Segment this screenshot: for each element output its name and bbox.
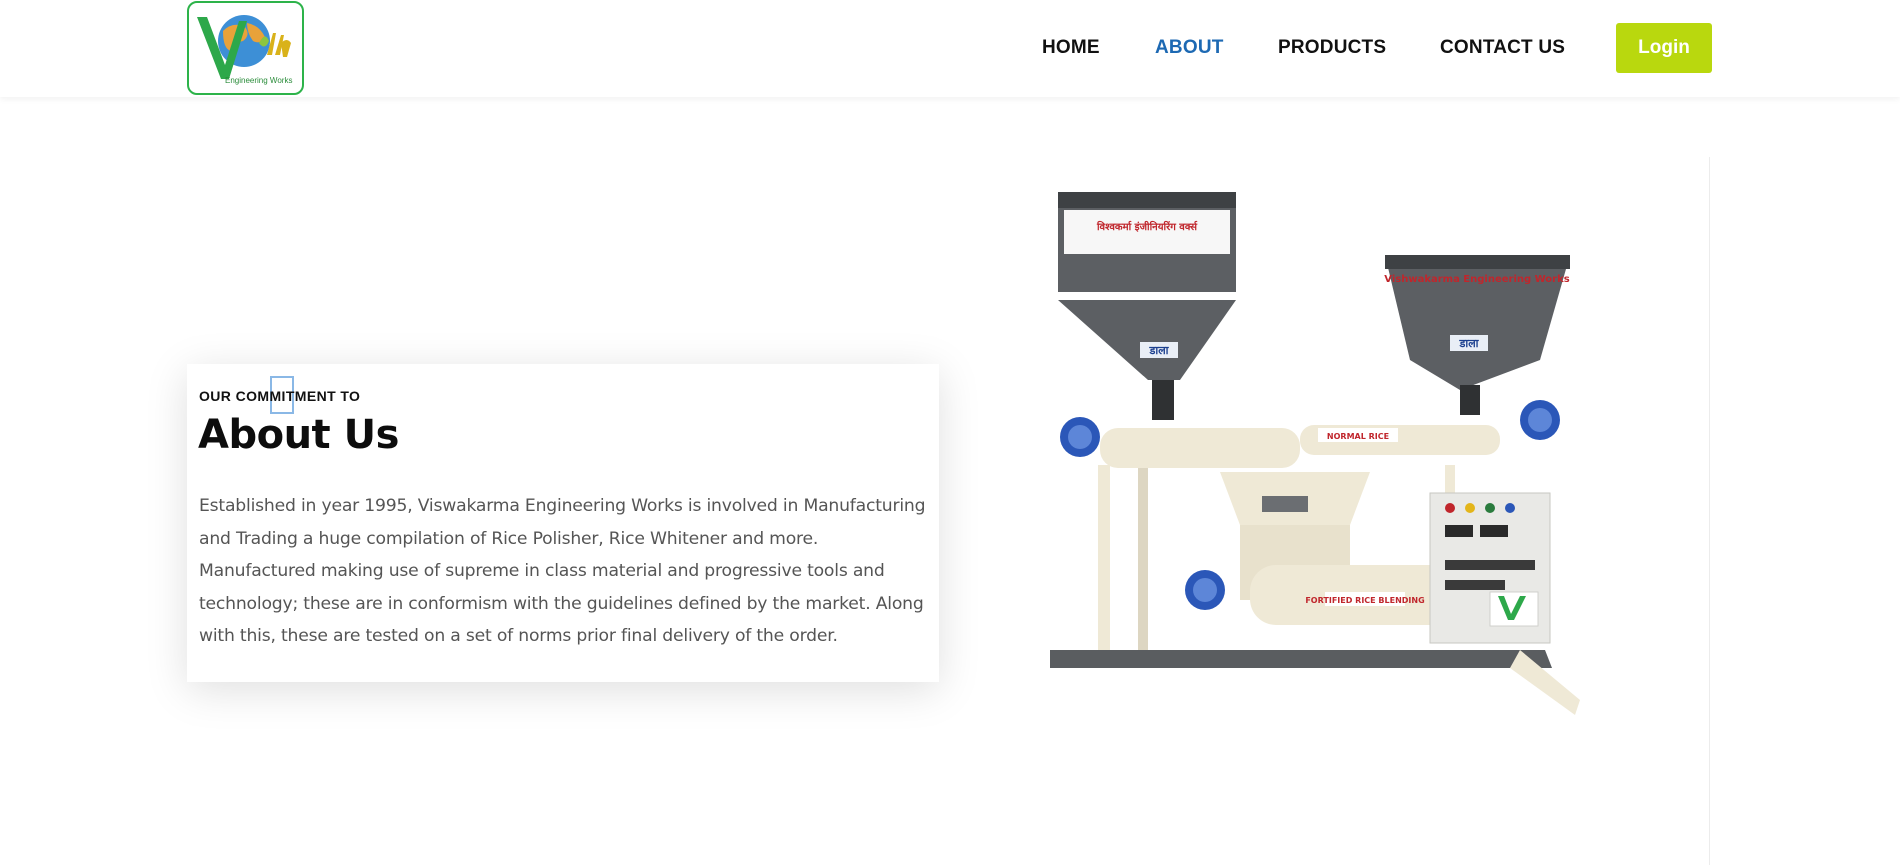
about-eyebrow: OUR COMMITMENT TO: [199, 388, 361, 404]
nav-home[interactable]: HOME: [1042, 37, 1100, 59]
nav-about[interactable]: ABOUT: [1155, 37, 1224, 59]
site-header: Engineering Works HOME ABOUT PRODUCTS CO…: [0, 0, 1900, 97]
pipe-label-fortified: FORTIFIED RICE BLENDING: [1305, 596, 1424, 605]
left-hopper-label: डाला: [1148, 344, 1169, 357]
pipe-label-normal-rice: NORMAL RICE: [1327, 432, 1389, 441]
login-button[interactable]: Login: [1616, 23, 1712, 73]
rice-machine-illustration: विश्वकर्मा इंजीनियरिंग वर्क्स डाला Vishw…: [1050, 192, 1580, 715]
right-hopper-label: डाला: [1458, 337, 1479, 350]
about-title: About Us: [198, 412, 399, 458]
nav-products[interactable]: PRODUCTS: [1278, 37, 1386, 59]
machine-brand-banner: Vishwakarma Engineering Works: [1384, 274, 1569, 285]
about-card: OUR COMMITMENT TO About Us Established i…: [187, 364, 939, 682]
nav-contact-us[interactable]: CONTACT US: [1440, 37, 1565, 59]
left-sign-title: विश्वकर्मा इंजीनियरिंग वर्क्स: [1096, 220, 1198, 233]
about-description: Established in year 1995, Viswakarma Eng…: [199, 496, 926, 646]
site-logo[interactable]: Engineering Works: [187, 1, 304, 95]
logo-caption: Engineering Works: [225, 76, 293, 85]
rice-machine-image: विश्वकर्मा इंजीनियरिंग वर्क्स डाला Vishw…: [1040, 180, 1600, 725]
column-divider: [1709, 157, 1710, 865]
